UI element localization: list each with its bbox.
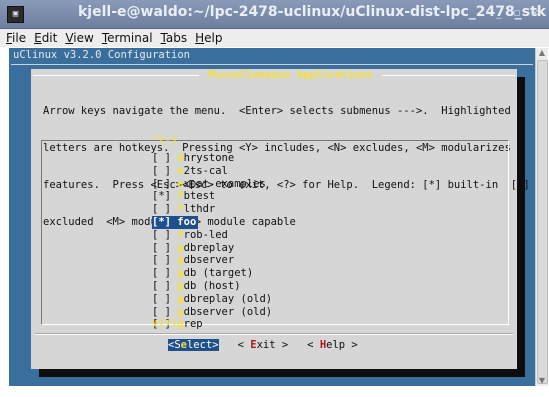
item-label: btest [183, 190, 216, 203]
item-label: hrystone [183, 152, 235, 164]
terminal-window: ▣ kjell-e@waldo:~/lpc-2478-uclinux/uClin… [0, 0, 549, 397]
menu-edit[interactable]: Edit [34, 31, 57, 45]
menu-file[interactable]: File [6, 31, 26, 45]
button-separator [35, 333, 513, 335]
list-item[interactable]: [ ] gdbserver [152, 254, 272, 267]
list-item[interactable]: [ ] gdb (host) [152, 280, 272, 293]
maximize-button[interactable]: ▫ [511, 7, 523, 19]
help-button[interactable]: < Help > [307, 339, 358, 351]
terminal-screen[interactable]: uClinux v3.2.0 Configuration Miscellaneo… [9, 48, 535, 386]
item-label: rep [183, 318, 203, 331]
menu-help[interactable]: Help [195, 31, 222, 45]
help-line: Arrow keys navigate the menu. <Enter> se… [43, 104, 511, 117]
terminal-scrollbar[interactable]: ▲ ▼ [535, 48, 548, 386]
config-header: uClinux v3.2.0 Configuration [13, 49, 191, 61]
checkbox-mark[interactable]: [ ] [152, 152, 171, 164]
scroll-up-arrow-icon[interactable]: ▲ [537, 48, 547, 58]
checkbox-mark[interactable]: [ ] [152, 242, 171, 254]
options-list[interactable]: ^(-) [ ] dhrystone[ ] e2ts-cal[ ] expat-… [41, 134, 509, 330]
list-item[interactable]: [ ] gdbreplay (old) [152, 293, 272, 306]
checkbox-mark[interactable]: [ ] [152, 293, 171, 305]
button-row: <Select> < Exit > < Help > [168, 339, 358, 351]
menu-view[interactable]: View [65, 31, 93, 45]
item-label: lthdr [183, 203, 216, 216]
checkbox-mark[interactable]: [ ] [152, 178, 171, 190]
select-button[interactable]: <Select> [168, 339, 219, 351]
checkbox-mark[interactable]: [*] [152, 216, 171, 228]
scroll-down-arrow-icon[interactable]: ▼ [537, 376, 547, 386]
item-label: dbserver (old) [183, 305, 273, 318]
checkbox-mark[interactable]: [ ] [152, 267, 171, 279]
title-bar[interactable]: ▣ kjell-e@waldo:~/lpc-2478-uclinux/uClin… [0, 0, 549, 29]
checkbox-mark[interactable]: [ ] [152, 165, 171, 177]
item-label: oo [183, 215, 197, 228]
menu-bar: File Edit View Terminal Tabs Help [0, 29, 549, 47]
list-item[interactable]: [ ] e2ts-cal [152, 165, 272, 178]
checkbox-mark[interactable]: [*] [152, 190, 171, 202]
menu-terminal[interactable]: Terminal [102, 31, 153, 45]
minimize-button[interactable]: _ [493, 7, 505, 19]
checkbox-mark[interactable]: [ ] [152, 203, 171, 215]
header-rule [11, 64, 533, 65]
item-label: db (target) [183, 267, 254, 280]
list-item-selected[interactable]: [*] foo [152, 215, 199, 229]
checkbox-mark[interactable]: [ ] [152, 254, 171, 266]
checkbox-mark[interactable]: [ ] [152, 280, 171, 292]
item-label: dbreplay [183, 241, 235, 254]
list-item[interactable]: [ ] flthdr [152, 203, 272, 216]
list-item[interactable]: [ ] gdbreplay [152, 242, 272, 255]
exit-button[interactable]: < Exit > [238, 339, 289, 351]
list-item[interactable]: [*] fbtest [152, 190, 272, 203]
scroll-up-indicator[interactable]: ^(-) [152, 134, 177, 146]
window-title: kjell-e@waldo:~/lpc-2478-uclinux/uClinux… [78, 4, 547, 20]
menu-tabs[interactable]: Tabs [161, 31, 188, 45]
item-label: db (host) [183, 279, 241, 292]
scrollbar-thumb[interactable] [537, 60, 548, 384]
item-label: dbserver [183, 254, 235, 267]
window-controls: _ ▫ × [493, 7, 541, 19]
item-label: 2ts-cal [183, 164, 228, 177]
checkbox-mark[interactable]: [ ] [152, 229, 171, 241]
items-container: [ ] dhrystone[ ] e2ts-cal[ ] expat-examp… [152, 152, 272, 331]
list-item[interactable]: [ ] expat-examples [152, 178, 272, 191]
checkbox-mark[interactable]: [ ] [152, 306, 171, 318]
item-label: dbreplay (old) [183, 292, 273, 305]
item-label: xpat-examples [183, 177, 266, 190]
menuconfig-dialog: Miscellaneous Applications Arrow keys na… [31, 69, 530, 369]
list-item[interactable]: [ ] gdb (target) [152, 267, 272, 280]
terminal-icon: ▣ [7, 6, 24, 23]
list-item[interactable]: [ ] dhrystone [152, 152, 272, 165]
scroll-down-indicator[interactable]: v(+) [152, 317, 177, 329]
item-label: rob-led [183, 228, 228, 241]
close-button[interactable]: × [529, 7, 541, 19]
list-item[interactable]: [ ] frob-led [152, 229, 272, 242]
